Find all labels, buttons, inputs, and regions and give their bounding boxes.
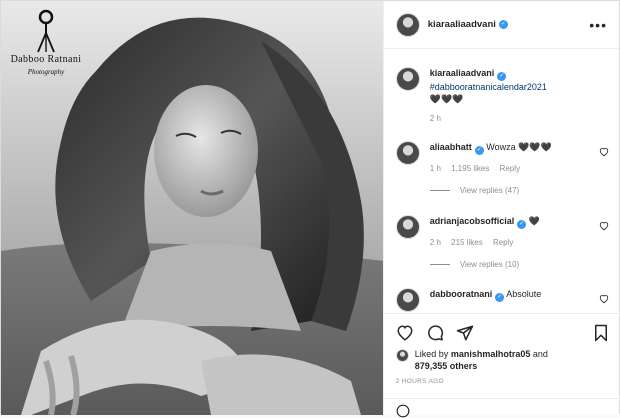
photographer-watermark: Dabboo Ratnani Photography [7,9,85,76]
comment-time[interactable]: 1 h [430,164,441,173]
comment-body: dabbooratnani ✓ Absolute [430,288,609,312]
comment-item: aliaabhatt ✓ Wowza 🖤🖤🖤 1 h 1,195 likes Re… [395,141,609,195]
liker-username[interactable]: manishmalhotra05 [451,349,531,359]
comment-heart-icon[interactable] [599,147,609,157]
comment-username[interactable]: dabbooratnani [430,289,493,299]
caption-body: kiaraaliaadvani ✓ #dabbooratnanicalendar2… [430,67,609,123]
add-comment-area[interactable] [383,398,620,418]
caption-author-avatar[interactable] [395,67,420,91]
comments-list[interactable]: kiaraaliaadvani ✓ #dabbooratnanicalendar2… [384,50,620,312]
liker-avatar[interactable] [395,349,409,362]
caption-emoji: 🖤🖤🖤 [429,94,464,104]
author-avatar[interactable] [395,12,420,37]
comment-body: aliaabhatt ✓ Wowza 🖤🖤🖤 1 h 1,195 likes Re… [429,141,609,195]
bookmark-icon[interactable] [593,324,609,342]
heart-icon[interactable] [396,324,414,342]
comment-heart-icon[interactable] [599,221,609,231]
view-replies-label: View replies (10) [459,260,520,269]
verified-badge-icon: ✓ [498,20,508,29]
post-photo[interactable]: Dabboo Ratnani Photography [1,1,383,415]
replies-divider [429,264,450,265]
comment-item: dabbooratnani ✓ Absolute [395,288,609,312]
likes-text: Liked by manishmalhotra05 and 879,355 ot… [415,348,548,372]
comment-heart-icon[interactable] [599,294,609,304]
commenter-avatar[interactable] [395,288,420,312]
view-replies-button[interactable]: View replies (47) [429,186,609,195]
post-header: kiaraaliaadvani ✓ ••• [383,1,619,49]
verified-badge-icon: ✓ [497,72,507,81]
likes-prefix: Liked by [414,349,449,359]
caption-meta: 2 h [430,114,609,123]
watermark-subtitle: Photography [27,68,65,76]
comment-username[interactable]: aliaabhatt [430,142,472,152]
view-replies-label: View replies (47) [459,186,520,195]
share-icon[interactable] [456,324,474,342]
comment-text: Absolute [506,289,542,299]
view-replies-button[interactable]: View replies (10) [429,260,609,269]
likes-summary: Liked by manishmalhotra05 and 879,355 ot… [395,348,611,372]
watermark-name: Dabboo Ratnani [10,54,82,65]
comment-username[interactable]: adrianjacobsofficial [430,216,515,226]
caption-time[interactable]: 2 h [430,114,441,123]
comment-likes[interactable]: 215 likes [451,238,483,247]
camera-tripod-logo [37,9,55,53]
caption-hashtag[interactable]: #dabbooratnanicalendar2021 [430,81,609,93]
caption-username[interactable]: kiaraaliaadvani [430,68,495,78]
comment-meta: 1 h 1,195 likes Reply [430,164,609,173]
comment-reply-button[interactable]: Reply [493,238,513,247]
comment-time[interactable]: 2 h [430,238,441,247]
comment-text: Wowza 🖤🖤🖤 [486,142,552,152]
instagram-post: Dabboo Ratnani Photography kiaraaliaadva… [0,0,620,418]
more-options-icon[interactable]: ••• [589,17,607,33]
commenter-avatar[interactable] [395,215,420,239]
post-actions-bar [383,313,620,351]
author-username[interactable]: kiaraaliaadvani [428,19,496,30]
comment-likes[interactable]: 1,195 likes [451,164,489,173]
post-sidebar: kiaraaliaadvani ✓ ••• kiaraaliaadvani ✓ #… [382,1,620,418]
likes-others[interactable]: 879,355 others [415,361,478,371]
comment-item: adrianjacobsofficial ✓ 🖤 2 h 215 likes Re… [395,215,609,269]
verified-badge-icon: ✓ [495,293,505,302]
comment-icon[interactable] [426,324,444,342]
replies-divider [429,190,450,191]
verified-badge-icon: ✓ [474,146,484,155]
comment-reply-button[interactable]: Reply [500,164,520,173]
likes-connector: and [532,349,548,359]
caption: kiaraaliaadvani ✓ #dabbooratnanicalendar2… [395,67,609,123]
comment-meta: 2 h 215 likes Reply [430,238,609,247]
comment-text: 🖤 [528,216,541,226]
emoji-icon[interactable] [396,404,410,418]
post-timestamp[interactable]: 2 HOURS AGO [396,378,444,385]
comment-body: adrianjacobsofficial ✓ 🖤 2 h 215 likes Re… [429,215,609,269]
commenter-avatar[interactable] [395,141,420,165]
verified-badge-icon: ✓ [517,220,527,229]
